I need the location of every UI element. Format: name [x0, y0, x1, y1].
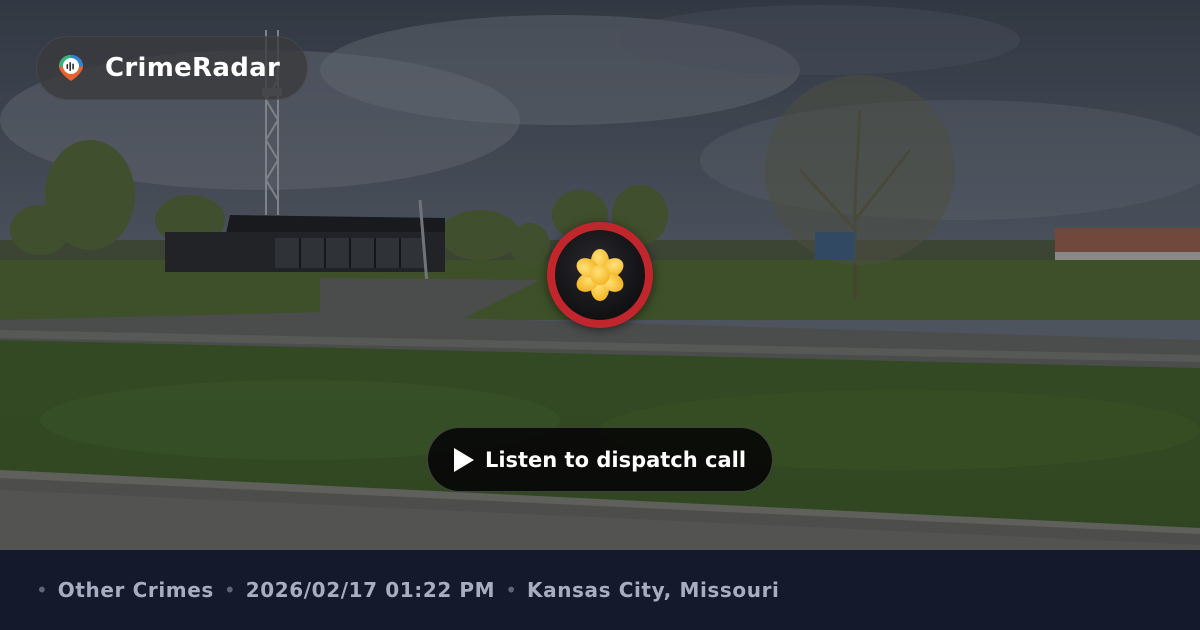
listen-dispatch-label: Listen to dispatch call: [484, 447, 747, 472]
bullet-separator: •: [36, 578, 48, 602]
bullet-separator: •: [223, 578, 236, 602]
asterisk-incident-icon: [576, 249, 624, 301]
incident-datetime: 2026/02/17 01:22 PM: [245, 578, 496, 602]
incident-marker-core: [555, 230, 645, 320]
incident-meta-bar: • Other Crimes • 2026/02/17 01:22 PM • K…: [0, 550, 1200, 630]
map-pin-audio-icon: [59, 55, 83, 81]
incident-marker[interactable]: [547, 222, 653, 328]
incident-category: Other Crimes: [57, 578, 214, 602]
brand-badge[interactable]: CrimeRadar: [36, 36, 308, 100]
bullet-separator: •: [505, 578, 517, 602]
brand-name: CrimeRadar: [105, 53, 281, 83]
incident-location: Kansas City, Missouri: [527, 578, 780, 602]
play-icon: [453, 447, 474, 472]
listen-dispatch-button[interactable]: Listen to dispatch call: [427, 427, 773, 492]
